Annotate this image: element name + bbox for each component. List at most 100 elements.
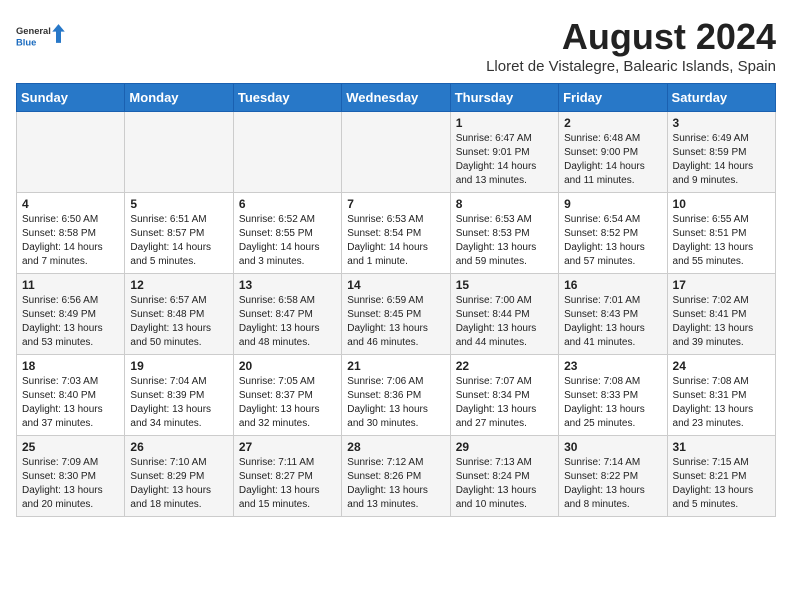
day-info: Sunrise: 6:51 AMSunset: 8:57 PMDaylight:… [130, 213, 227, 269]
day-info: Sunrise: 6:48 AMSunset: 9:00 PMDaylight:… [564, 132, 661, 188]
day-number: 15 [456, 278, 553, 292]
header-monday: Monday [125, 84, 233, 112]
day-number: 6 [239, 197, 336, 211]
day-info: Sunrise: 7:04 AMSunset: 8:39 PMDaylight:… [130, 375, 227, 431]
day-info: Sunrise: 7:10 AMSunset: 8:29 PMDaylight:… [130, 456, 227, 512]
day-info: Sunrise: 6:57 AMSunset: 8:48 PMDaylight:… [130, 294, 227, 350]
day-info: Sunrise: 7:12 AMSunset: 8:26 PMDaylight:… [347, 456, 444, 512]
day-info: Sunrise: 6:53 AMSunset: 8:53 PMDaylight:… [456, 213, 553, 269]
day-info: Sunrise: 7:09 AMSunset: 8:30 PMDaylight:… [22, 456, 119, 512]
day-number: 4 [22, 197, 119, 211]
week-row-2: 4 Sunrise: 6:50 AMSunset: 8:58 PMDaylight… [17, 193, 776, 274]
week-row-5: 25 Sunrise: 7:09 AMSunset: 8:30 PMDayligh… [17, 436, 776, 517]
day-number: 3 [673, 116, 770, 130]
day-info: Sunrise: 6:56 AMSunset: 8:49 PMDaylight:… [22, 294, 119, 350]
day-number: 16 [564, 278, 661, 292]
cell-1-5: 9 Sunrise: 6:54 AMSunset: 8:52 PMDaylight… [559, 193, 667, 274]
header-sunday: Sunday [17, 84, 125, 112]
cell-0-6: 3 Sunrise: 6:49 AMSunset: 8:59 PMDaylight… [667, 112, 775, 193]
cell-1-2: 6 Sunrise: 6:52 AMSunset: 8:55 PMDaylight… [233, 193, 341, 274]
day-number: 9 [564, 197, 661, 211]
day-number: 29 [456, 440, 553, 454]
week-row-4: 18Sunrise: 7:03 AMSunset: 8:40 PMDayligh… [17, 355, 776, 436]
day-number: 31 [673, 440, 770, 454]
cell-0-0 [17, 112, 125, 193]
cell-3-3: 21 Sunrise: 7:06 AMSunset: 8:36 PMDayligh… [342, 355, 450, 436]
cell-3-5: 23Sunrise: 7:08 AMSunset: 8:33 PMDayligh… [559, 355, 667, 436]
day-number: 14 [347, 278, 444, 292]
cell-2-2: 13 Sunrise: 6:58 AMSunset: 8:47 PMDayligh… [233, 274, 341, 355]
logo: General Blue [16, 16, 66, 56]
header-friday: Friday [559, 84, 667, 112]
cell-0-5: 2 Sunrise: 6:48 AMSunset: 9:00 PMDaylight… [559, 112, 667, 193]
day-number: 11 [22, 278, 119, 292]
day-info: Sunrise: 7:08 AMSunset: 8:31 PMDaylight:… [673, 375, 770, 431]
day-info: Sunrise: 6:47 AMSunset: 9:01 PMDaylight:… [456, 132, 553, 188]
cell-0-3 [342, 112, 450, 193]
week-row-3: 11 Sunrise: 6:56 AMSunset: 8:49 PMDayligh… [17, 274, 776, 355]
day-info: Sunrise: 6:50 AMSunset: 8:58 PMDaylight:… [22, 213, 119, 269]
title-block: August 2024 Lloret de Vistalegre, Balear… [486, 16, 776, 75]
day-info: Sunrise: 6:54 AMSunset: 8:52 PMDaylight:… [564, 213, 661, 269]
day-number: 12 [130, 278, 227, 292]
header-thursday: Thursday [450, 84, 558, 112]
cell-1-1: 5 Sunrise: 6:51 AMSunset: 8:57 PMDaylight… [125, 193, 233, 274]
cell-0-4: 1 Sunrise: 6:47 AMSunset: 9:01 PMDaylight… [450, 112, 558, 193]
cell-4-2: 27Sunrise: 7:11 AMSunset: 8:27 PMDayligh… [233, 436, 341, 517]
cell-4-6: 31 Sunrise: 7:15 AMSunset: 8:21 PMDayligh… [667, 436, 775, 517]
day-number: 5 [130, 197, 227, 211]
day-info: Sunrise: 7:15 AMSunset: 8:21 PMDaylight:… [673, 456, 770, 512]
day-number: 19 [130, 359, 227, 373]
svg-text:General: General [16, 26, 51, 36]
location-subtitle: Lloret de Vistalegre, Balearic Islands, … [486, 58, 776, 75]
day-info: Sunrise: 6:55 AMSunset: 8:51 PMDaylight:… [673, 213, 770, 269]
day-number: 25 [22, 440, 119, 454]
month-year-title: August 2024 [486, 16, 776, 58]
day-number: 2 [564, 116, 661, 130]
calendar-header-row: SundayMondayTuesdayWednesdayThursdayFrid… [17, 84, 776, 112]
cell-2-6: 17Sunrise: 7:02 AMSunset: 8:41 PMDayligh… [667, 274, 775, 355]
day-number: 17 [673, 278, 770, 292]
day-number: 1 [456, 116, 553, 130]
cell-1-3: 7 Sunrise: 6:53 AMSunset: 8:54 PMDaylight… [342, 193, 450, 274]
day-info: Sunrise: 6:52 AMSunset: 8:55 PMDaylight:… [239, 213, 336, 269]
logo-svg: General Blue [16, 16, 66, 56]
day-info: Sunrise: 7:13 AMSunset: 8:24 PMDaylight:… [456, 456, 553, 512]
day-info: Sunrise: 7:00 AMSunset: 8:44 PMDaylight:… [456, 294, 553, 350]
day-number: 22 [456, 359, 553, 373]
calendar-table: SundayMondayTuesdayWednesdayThursdayFrid… [16, 83, 776, 517]
header-tuesday: Tuesday [233, 84, 341, 112]
cell-0-1 [125, 112, 233, 193]
day-info: Sunrise: 7:01 AMSunset: 8:43 PMDaylight:… [564, 294, 661, 350]
day-number: 7 [347, 197, 444, 211]
cell-3-6: 24 Sunrise: 7:08 AMSunset: 8:31 PMDayligh… [667, 355, 775, 436]
cell-1-4: 8Sunrise: 6:53 AMSunset: 8:53 PMDaylight… [450, 193, 558, 274]
day-number: 13 [239, 278, 336, 292]
day-info: Sunrise: 7:14 AMSunset: 8:22 PMDaylight:… [564, 456, 661, 512]
day-info: Sunrise: 7:08 AMSunset: 8:33 PMDaylight:… [564, 375, 661, 431]
day-number: 28 [347, 440, 444, 454]
cell-4-5: 30Sunrise: 7:14 AMSunset: 8:22 PMDayligh… [559, 436, 667, 517]
day-number: 10 [673, 197, 770, 211]
cell-4-3: 28 Sunrise: 7:12 AMSunset: 8:26 PMDayligh… [342, 436, 450, 517]
header-wednesday: Wednesday [342, 84, 450, 112]
cell-3-0: 18Sunrise: 7:03 AMSunset: 8:40 PMDayligh… [17, 355, 125, 436]
day-number: 24 [673, 359, 770, 373]
day-info: Sunrise: 7:06 AMSunset: 8:36 PMDaylight:… [347, 375, 444, 431]
cell-3-2: 20 Sunrise: 7:05 AMSunset: 8:37 PMDayligh… [233, 355, 341, 436]
cell-4-4: 29 Sunrise: 7:13 AMSunset: 8:24 PMDayligh… [450, 436, 558, 517]
cell-2-3: 14 Sunrise: 6:59 AMSunset: 8:45 PMDayligh… [342, 274, 450, 355]
day-info: Sunrise: 6:59 AMSunset: 8:45 PMDaylight:… [347, 294, 444, 350]
day-number: 21 [347, 359, 444, 373]
page-header: General Blue August 2024 Lloret de Vista… [16, 16, 776, 75]
day-info: Sunrise: 6:53 AMSunset: 8:54 PMDaylight:… [347, 213, 444, 269]
week-row-1: 1 Sunrise: 6:47 AMSunset: 9:01 PMDaylight… [17, 112, 776, 193]
day-number: 20 [239, 359, 336, 373]
day-number: 18 [22, 359, 119, 373]
cell-4-1: 26Sunrise: 7:10 AMSunset: 8:29 PMDayligh… [125, 436, 233, 517]
day-info: Sunrise: 7:11 AMSunset: 8:27 PMDaylight:… [239, 456, 336, 512]
cell-2-5: 16 Sunrise: 7:01 AMSunset: 8:43 PMDayligh… [559, 274, 667, 355]
day-info: Sunrise: 6:58 AMSunset: 8:47 PMDaylight:… [239, 294, 336, 350]
day-info: Sunrise: 7:05 AMSunset: 8:37 PMDaylight:… [239, 375, 336, 431]
day-info: Sunrise: 6:49 AMSunset: 8:59 PMDaylight:… [673, 132, 770, 188]
